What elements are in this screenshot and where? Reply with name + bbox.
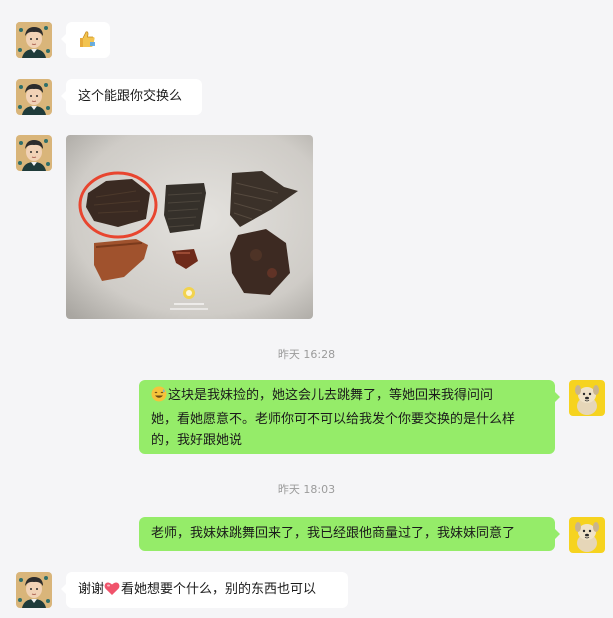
contact-avatar[interactable] bbox=[16, 572, 52, 608]
my-avatar[interactable] bbox=[569, 380, 605, 416]
chat-window: 这个能跟你交换么 昨天 16:28 这块是我妹捡的，她这会儿去跳舞了，等她回来我… bbox=[0, 0, 613, 618]
message-text-line-2: 她，看她愿意不。老师你可不可以给我发个你要交换的是什么样 bbox=[151, 412, 516, 427]
thumbs-up-icon bbox=[80, 31, 95, 47]
message-text-after: 看她想要个什么，别的东西也可以 bbox=[121, 582, 317, 597]
message-text: 这个能跟你交换么 bbox=[78, 89, 183, 104]
contact-avatar[interactable] bbox=[16, 79, 52, 115]
message-text-line-1: 这块是我妹捡的，她这会儿去跳舞了，等她回来我得问问 bbox=[168, 388, 494, 403]
contact-avatar[interactable] bbox=[16, 135, 52, 171]
message-bubble-text[interactable]: 谢谢 看她想要个什么，别的东西也可以 bbox=[61, 572, 348, 608]
my-avatar[interactable] bbox=[569, 517, 605, 553]
illustrated-man-avatar-icon bbox=[16, 79, 52, 115]
contact-avatar[interactable] bbox=[16, 22, 52, 58]
message-text-before: 谢谢 bbox=[78, 582, 105, 597]
message-bubble-thumbs-up[interactable] bbox=[61, 22, 110, 58]
message-bubble-text[interactable]: 老师，我妹妹跳舞回来了，我已经跟他商量过了，我妹妹同意了 bbox=[139, 517, 560, 551]
cartoon-dog-avatar-icon bbox=[569, 380, 605, 416]
message-bubble-text[interactable]: 这个能跟你交换么 bbox=[61, 79, 202, 115]
message-bubble-text[interactable]: 这块是我妹捡的，她这会儿去跳舞了，等她回来我得问问 她，看她愿意不。老师你可不可… bbox=[139, 380, 560, 454]
illustrated-man-avatar-icon bbox=[16, 572, 52, 608]
message-image-pottery-shards[interactable] bbox=[66, 135, 313, 319]
message-text: 老师，我妹妹跳舞回来了，我已经跟他商量过了，我妹妹同意了 bbox=[151, 526, 516, 541]
illustrated-man-avatar-icon bbox=[16, 135, 52, 171]
timestamp: 昨天 18:03 bbox=[277, 483, 336, 496]
timestamp: 昨天 16:28 bbox=[277, 348, 336, 361]
message-text-line-3: 的，我好跟她说 bbox=[151, 433, 243, 448]
cartoon-dog-avatar-icon bbox=[569, 517, 605, 553]
pottery-shards-photo bbox=[66, 135, 313, 319]
grinning-sweat-face-icon bbox=[151, 386, 167, 409]
heart-icon bbox=[104, 581, 120, 603]
illustrated-man-avatar-icon bbox=[16, 22, 52, 58]
